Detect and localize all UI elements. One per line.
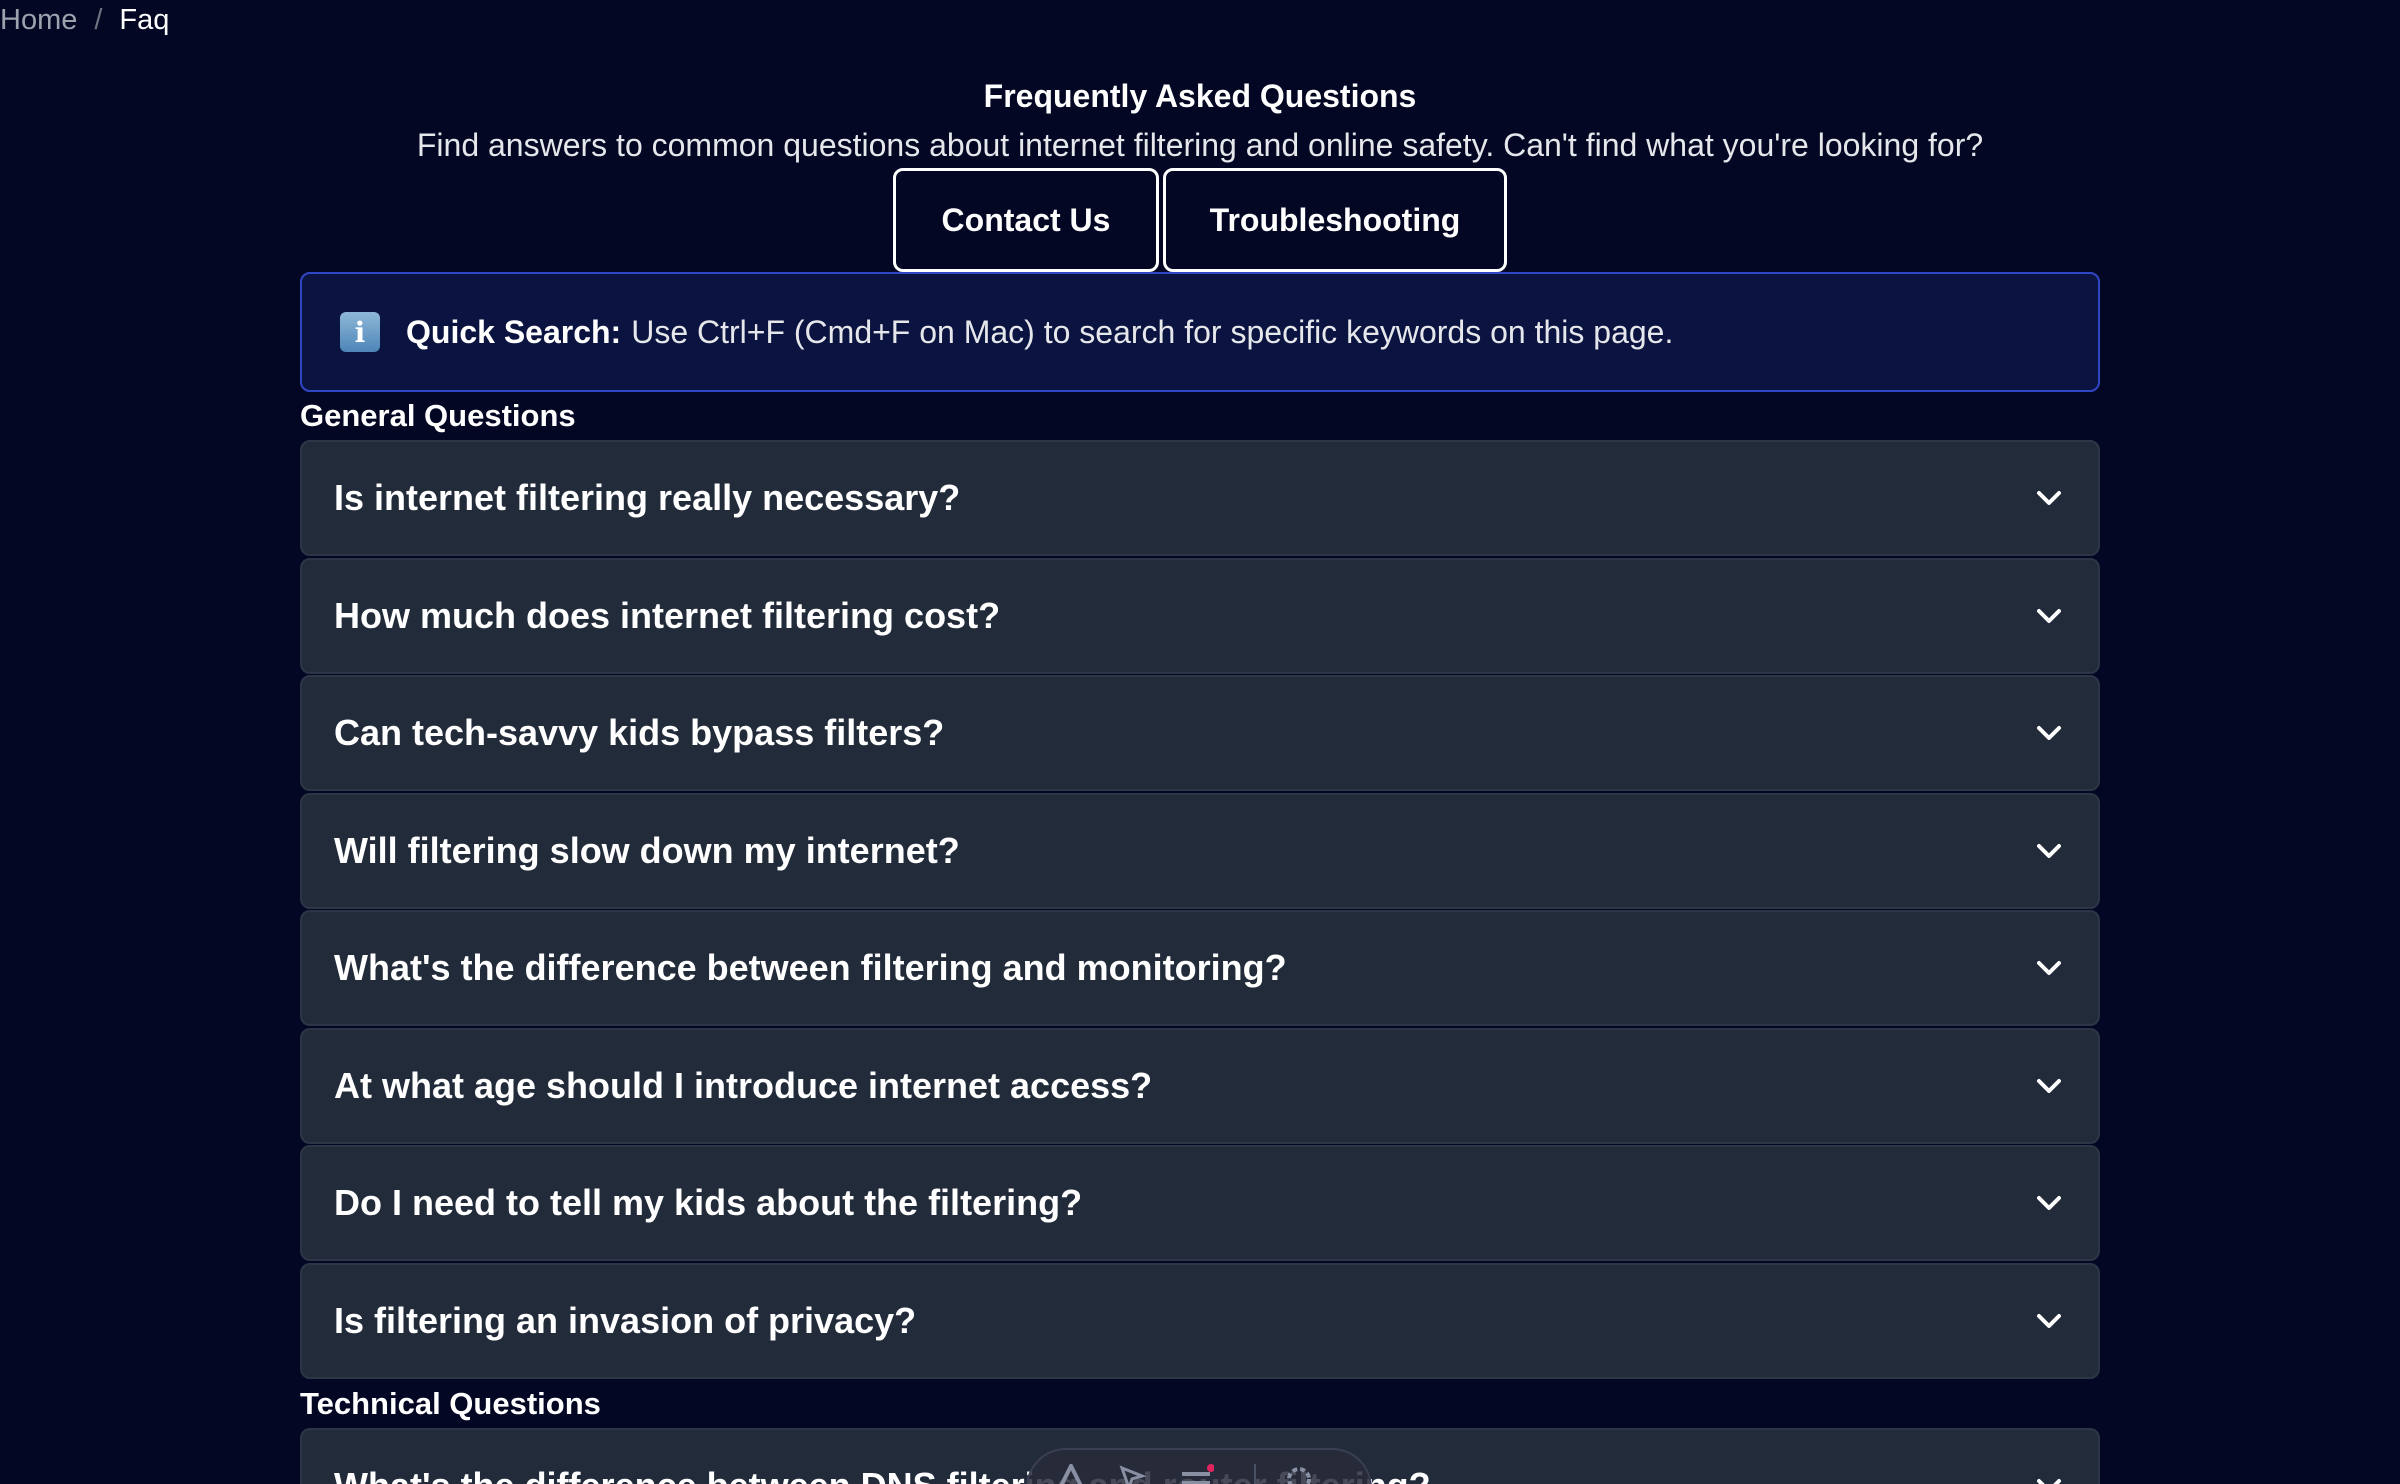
- chevron-down-icon: [2032, 599, 2066, 633]
- chevron-down-icon: [2032, 1469, 2066, 1484]
- page-header: Frequently Asked Questions Find answers …: [0, 72, 2400, 169]
- faq-question: How much does internet filtering cost?: [334, 594, 1001, 636]
- breadcrumb-separator: /: [94, 3, 103, 36]
- notice-body: Use Ctrl+F (Cmd+F on Mac) to search for …: [631, 313, 1674, 350]
- faq-item[interactable]: Is filtering an invasion of privacy?: [300, 1262, 2100, 1379]
- notice-label: Quick Search:: [406, 313, 622, 350]
- faq-page: Home / Faq Frequently Asked Questions Fi…: [0, 0, 2400, 1484]
- faq-question: Will filtering slow down my internet?: [334, 829, 960, 871]
- header-actions: Contact Us Troubleshooting: [0, 168, 2400, 272]
- faq-item[interactable]: Can tech-savvy kids bypass filters?: [300, 675, 2100, 791]
- notice-text: Quick Search: Use Ctrl+F (Cmd+F on Mac) t…: [406, 314, 1673, 351]
- breadcrumb-current: Faq: [119, 3, 170, 36]
- faq-question: Is filtering an invasion of privacy?: [334, 1299, 917, 1341]
- faq-question: Is internet filtering really necessary?: [334, 477, 961, 518]
- cursor-icon[interactable]: [1118, 1464, 1152, 1484]
- floating-dev-toolbar: [1026, 1448, 1372, 1484]
- faq-question: Do I need to tell my kids about the filt…: [334, 1182, 1083, 1223]
- contact-us-button[interactable]: Contact Us: [893, 168, 1159, 272]
- info-icon: i: [340, 312, 380, 352]
- quick-search-notice: i Quick Search: Use Ctrl+F (Cmd+F on Mac)…: [300, 272, 2100, 392]
- troubleshooting-button[interactable]: Troubleshooting: [1163, 168, 1507, 272]
- faq-item[interactable]: Will filtering slow down my internet?: [300, 792, 2100, 909]
- gear-icon[interactable]: [1284, 1464, 1318, 1484]
- inspect-icon[interactable]: [1056, 1461, 1090, 1484]
- page-subtitle: Find answers to common questions about i…: [416, 127, 1984, 163]
- chevron-down-icon: [2032, 716, 2066, 750]
- faq-item[interactable]: Is internet filtering really necessary?: [300, 440, 2100, 556]
- faq-item[interactable]: What's the difference between filtering …: [300, 910, 2100, 1026]
- faq-question: What's the difference between filtering …: [334, 947, 1287, 988]
- section-heading-technical: Technical Questions: [300, 1386, 601, 1421]
- chevron-down-icon: [2032, 834, 2066, 868]
- faq-item[interactable]: Do I need to tell my kids about the filt…: [300, 1145, 2100, 1261]
- chevron-down-icon: [2032, 1304, 2066, 1338]
- chevron-down-icon: [2032, 951, 2066, 985]
- menu-icon[interactable]: [1180, 1464, 1215, 1484]
- faq-question: At what age should I introduce internet …: [334, 1064, 1153, 1106]
- chevron-down-icon: [2032, 1069, 2066, 1103]
- faq-item[interactable]: At what age should I introduce internet …: [300, 1027, 2100, 1144]
- toolbar-divider: [1254, 1464, 1256, 1484]
- faq-question: Can tech-savvy kids bypass filters?: [334, 712, 945, 753]
- faq-item[interactable]: How much does internet filtering cost?: [300, 557, 2100, 674]
- section-heading-general: General Questions: [300, 398, 576, 433]
- page-title: Frequently Asked Questions: [983, 78, 1417, 114]
- breadcrumb-home-link[interactable]: Home: [0, 4, 77, 37]
- chevron-down-icon: [2032, 481, 2066, 515]
- chevron-down-icon: [2032, 1186, 2066, 1220]
- faq-list-general: Is internet filtering really necessary? …: [300, 440, 2100, 1380]
- breadcrumb: Home / Faq: [0, 0, 169, 40]
